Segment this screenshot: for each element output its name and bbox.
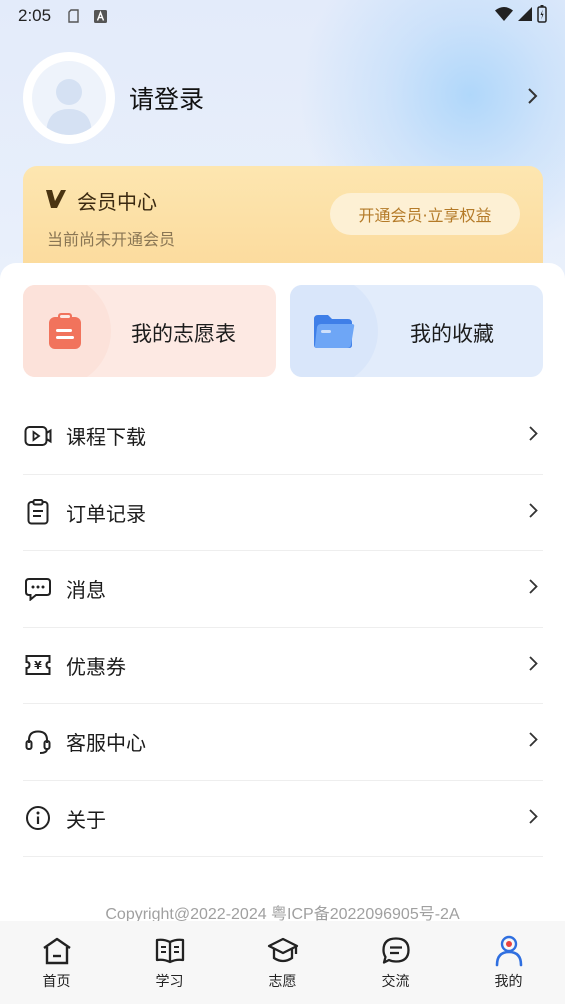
menu-list: 课程下载 订单记录 消息 ¥ 优惠券 客服中心 关于 <box>23 398 543 857</box>
chevron-right-icon <box>528 808 539 829</box>
my-favorites-label: 我的收藏 <box>410 322 494 346</box>
open-vip-button[interactable]: 开通会员·立享权益 <box>330 193 520 235</box>
chevron-right-icon <box>528 731 539 752</box>
menu-item-coupons[interactable]: ¥ 优惠券 <box>23 628 543 704</box>
signal-icon <box>517 6 533 27</box>
tab-label: 交流 <box>381 974 410 990</box>
status-right <box>495 4 547 28</box>
headset-icon <box>23 727 53 757</box>
keyboard-a-icon <box>93 9 107 23</box>
svg-text:¥: ¥ <box>34 659 42 672</box>
vip-subtitle: 当前尚未开通会员 <box>47 230 176 249</box>
menu-item-messages[interactable]: 消息 <box>23 551 543 628</box>
home-icon <box>41 935 73 967</box>
message-icon <box>23 574 53 604</box>
clipboard-icon <box>45 311 85 351</box>
tab-study[interactable]: 学习 <box>113 921 226 1004</box>
video-icon <box>23 421 53 451</box>
chevron-right-icon[interactable] <box>527 87 539 109</box>
book-icon <box>154 935 186 967</box>
default-avatar-icon <box>32 61 106 135</box>
status-time: 2:05 <box>18 6 52 25</box>
status-bar: 2:05 <box>0 0 565 32</box>
menu-label: 优惠券 <box>66 654 126 679</box>
avatar[interactable] <box>23 52 115 144</box>
tab-label: 首页 <box>42 974 71 990</box>
wifi-icon <box>495 6 513 27</box>
graduation-cap-icon <box>267 935 299 967</box>
chat-icon <box>380 935 412 967</box>
tab-label: 学习 <box>155 974 184 990</box>
vip-title-row: 会员中心 <box>45 186 157 215</box>
my-wish-list-label: 我的志愿表 <box>131 322 236 346</box>
vip-title: 会员中心 <box>77 190 157 214</box>
bottom-tab-bar: 首页 学习 志愿 交流 我的 <box>0 921 565 1004</box>
sd-card-icon <box>67 9 81 23</box>
menu-label: 课程下载 <box>66 425 146 450</box>
profile-login-row[interactable]: 请登录 <box>23 52 543 144</box>
tab-label: 志愿 <box>268 974 297 990</box>
chevron-right-icon <box>528 502 539 523</box>
menu-item-course-download[interactable]: 课程下载 <box>23 398 543 475</box>
tab-volunteer[interactable]: 志愿 <box>226 921 339 1004</box>
menu-label: 消息 <box>66 578 106 603</box>
menu-label: 客服中心 <box>66 731 146 756</box>
my-wish-list-card[interactable]: 我的志愿表 <box>23 285 276 377</box>
menu-item-about[interactable]: 关于 <box>23 781 543 857</box>
chevron-right-icon <box>528 425 539 446</box>
user-icon <box>493 935 525 967</box>
info-icon <box>23 803 53 833</box>
login-prompt[interactable]: 请登录 <box>129 80 204 116</box>
tab-label: 我的 <box>494 974 523 990</box>
main-panel: 我的志愿表 我的收藏 课程下载 订单记录 消息 ¥ 优惠券 客服中心 关于 <box>0 263 565 1004</box>
chevron-right-icon <box>528 655 539 676</box>
chevron-right-icon <box>528 578 539 599</box>
tab-exchange[interactable]: 交流 <box>339 921 452 1004</box>
tab-home[interactable]: 首页 <box>0 921 113 1004</box>
menu-label: 订单记录 <box>66 501 146 526</box>
menu-label: 关于 <box>66 807 106 832</box>
coupon-icon: ¥ <box>23 650 53 680</box>
folder-icon <box>312 311 355 351</box>
tab-mine[interactable]: 我的 <box>452 921 565 1004</box>
menu-item-customer-service[interactable]: 客服中心 <box>23 704 543 781</box>
battery-icon <box>537 4 547 28</box>
clipboard-list-icon <box>23 497 53 527</box>
menu-item-order-history[interactable]: 订单记录 <box>23 475 543 551</box>
vip-v-icon <box>45 189 67 213</box>
my-favorites-card[interactable]: 我的收藏 <box>290 285 543 377</box>
